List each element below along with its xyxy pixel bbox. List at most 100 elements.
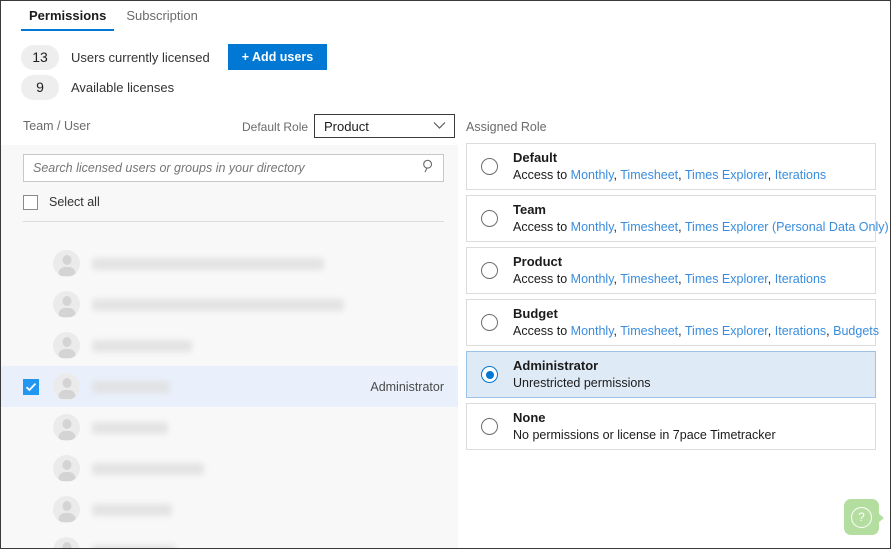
role-title: Administrator xyxy=(513,357,599,373)
role-option-list: Default Access to Monthly, Timesheet, Tim… xyxy=(466,143,889,450)
select-all-checkbox[interactable] xyxy=(23,194,38,210)
default-role-select[interactable]: Product xyxy=(314,114,455,138)
tab-bar: Permissions Subscription xyxy=(1,1,890,35)
role-feature-link[interactable]: Monthly xyxy=(571,220,614,234)
role-option-none[interactable]: None No permissions or license in 7pace T… xyxy=(466,403,876,450)
role-description: No permissions or license in 7pace Timet… xyxy=(513,427,776,442)
role-feature-link[interactable]: Timesheet xyxy=(620,324,678,338)
avatar xyxy=(53,455,80,482)
role-feature-link[interactable]: Timesheet xyxy=(620,220,678,234)
role-feature-link[interactable]: Iterations xyxy=(775,168,826,182)
user-row[interactable]: Administrator xyxy=(1,366,458,407)
role-description: Access to Monthly, Timesheet, Times Expl… xyxy=(513,323,879,338)
avatar xyxy=(53,496,80,523)
role-feature-link[interactable]: Timesheet xyxy=(620,168,678,182)
avatar xyxy=(53,250,80,277)
role-title: None xyxy=(513,409,546,425)
role-option-budget[interactable]: Budget Access to Monthly, Timesheet, Time… xyxy=(466,299,879,346)
search-input[interactable] xyxy=(24,161,422,175)
role-radio[interactable] xyxy=(481,262,498,279)
licensed-count-label: Users currently licensed xyxy=(71,49,210,65)
role-feature-link[interactable]: Timesheet xyxy=(620,272,678,286)
role-feature-link[interactable]: Monthly xyxy=(571,168,614,182)
role-description: Unrestricted permissions xyxy=(513,375,651,390)
role-feature-link[interactable]: Times Explorer (Personal Data Only) xyxy=(685,220,889,234)
role-description: Access to Monthly, Timesheet, Times Expl… xyxy=(513,167,827,182)
team-user-label: Team / User xyxy=(23,119,91,133)
user-name-redacted xyxy=(92,380,170,393)
role-feature-link[interactable]: Monthly xyxy=(571,272,614,286)
role-feature-link[interactable]: Budgets xyxy=(833,324,879,338)
user-row[interactable] xyxy=(1,243,458,284)
role-option-product[interactable]: Product Access to Monthly, Timesheet, Tim… xyxy=(466,247,876,294)
available-licenses-row: 9 Available licenses xyxy=(21,73,327,101)
default-role-value: Product xyxy=(324,118,369,134)
assigned-role-panel: Assigned Role Default Access to Monthly, … xyxy=(458,111,890,548)
avatar xyxy=(53,332,80,359)
role-title: Budget xyxy=(513,305,558,321)
avatar xyxy=(53,414,80,441)
license-summary: 13 Users currently licensed + Add users … xyxy=(21,43,328,103)
role-radio[interactable] xyxy=(481,210,498,227)
avatar xyxy=(53,291,80,318)
question-mark-icon: ? xyxy=(851,506,872,528)
list-divider xyxy=(23,221,444,222)
user-row[interactable] xyxy=(1,530,458,548)
chevron-down-icon xyxy=(433,117,446,135)
role-text: Default Access to Monthly, Timesheet, Tim… xyxy=(513,150,826,184)
user-row[interactable] xyxy=(1,325,458,366)
role-radio[interactable] xyxy=(481,158,498,175)
user-name-redacted xyxy=(92,462,204,475)
user-name-redacted xyxy=(92,544,176,548)
role-text: None No permissions or license in 7pace T… xyxy=(513,410,776,444)
role-feature-link[interactable]: Times Explorer xyxy=(685,324,768,338)
tab-subscription-label: Subscription xyxy=(126,8,198,23)
permissions-screen: Permissions Subscription 13 Users curren… xyxy=(0,0,891,549)
role-text: Product Access to Monthly, Timesheet, Tim… xyxy=(513,254,826,288)
avatar xyxy=(53,373,80,400)
role-radio[interactable] xyxy=(481,314,498,331)
user-name-redacted xyxy=(92,503,172,516)
user-row[interactable] xyxy=(1,407,458,448)
available-count-badge: 9 xyxy=(21,74,59,100)
role-text: Administrator Unrestricted permissions xyxy=(513,358,651,392)
user-row-checkbox[interactable] xyxy=(23,378,39,395)
role-feature-link[interactable]: Times Explorer xyxy=(685,168,768,182)
avatar xyxy=(53,537,80,548)
role-feature-link[interactable]: Monthly xyxy=(571,324,614,338)
tab-permissions-label: Permissions xyxy=(29,8,107,23)
user-name-redacted xyxy=(92,421,168,434)
select-all-label: Select all xyxy=(49,195,100,209)
role-description: Access to Monthly, Timesheet, Times Expl… xyxy=(513,219,889,234)
role-radio[interactable] xyxy=(481,418,498,435)
role-feature-link[interactable]: Times Explorer xyxy=(685,272,768,286)
tab-subscription[interactable]: Subscription xyxy=(116,1,208,31)
user-row[interactable] xyxy=(1,284,458,325)
role-title: Product xyxy=(513,253,563,269)
user-name-redacted xyxy=(92,298,344,311)
user-role-label: Administrator xyxy=(370,379,444,394)
add-users-button[interactable]: + Add users xyxy=(227,44,328,70)
role-option-administrator[interactable]: Administrator Unrestricted permissions xyxy=(466,351,876,398)
role-radio[interactable] xyxy=(481,366,498,383)
licensed-count-badge: 13 xyxy=(21,44,59,70)
role-option-team[interactable]: Team Access to Monthly, Timesheet, Times … xyxy=(466,195,889,242)
users-panel: Team / User Default Role Product Search … xyxy=(1,111,458,548)
available-count-label: Available licenses xyxy=(71,79,175,95)
role-title: Team xyxy=(513,201,546,217)
assigned-role-label: Assigned Role xyxy=(466,120,547,134)
help-button[interactable]: ? xyxy=(844,499,884,535)
role-option-default[interactable]: Default Access to Monthly, Timesheet, Tim… xyxy=(466,143,876,190)
licensed-users-row: 13 Users currently licensed + Add users xyxy=(21,43,328,71)
tab-permissions[interactable]: Permissions xyxy=(19,1,116,31)
role-description: Access to Monthly, Timesheet, Times Expl… xyxy=(513,271,827,286)
user-list[interactable]: Administrator xyxy=(1,243,458,548)
user-row[interactable] xyxy=(1,489,458,530)
user-row[interactable] xyxy=(1,448,458,489)
default-role-label: Default Role xyxy=(242,120,309,134)
search-box[interactable] xyxy=(23,154,444,182)
user-name-redacted xyxy=(92,257,324,270)
select-all-row[interactable]: Select all xyxy=(23,192,458,212)
role-feature-link[interactable]: Iterations xyxy=(775,324,826,338)
role-feature-link[interactable]: Iterations xyxy=(775,272,826,286)
